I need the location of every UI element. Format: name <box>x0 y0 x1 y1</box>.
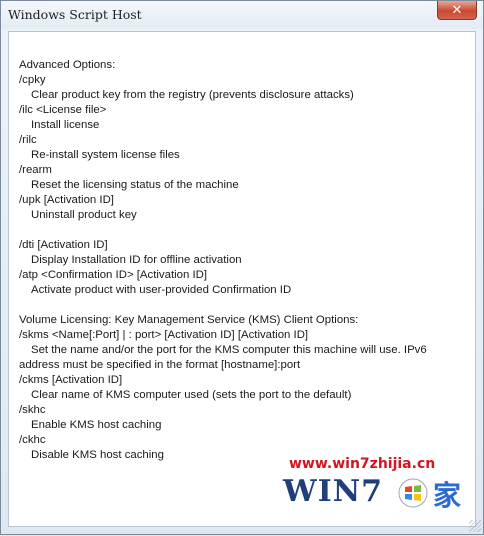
message-line: /atp <Confirmation ID> [Activation ID] <box>19 269 208 281</box>
watermark-logo: WIN7 <box>283 474 384 509</box>
message-line: Clear name of KMS computer used (sets th… <box>31 389 352 401</box>
message-line: Install license <box>31 119 100 131</box>
watermark-jia: 家 <box>433 479 462 512</box>
message-line: Reset the licensing status of the machin… <box>31 179 239 191</box>
watermark-url: www.win7zhijia.cn <box>289 456 436 472</box>
message-line: /ckhc <box>19 434 46 446</box>
script-host-window: Windows Script Host ✕ Advanced Options: /… <box>0 0 484 535</box>
title-bar[interactable]: Windows Script Host ✕ <box>1 1 483 29</box>
message-line: address must be specified in the format … <box>19 359 301 371</box>
message-line: Re-install system license files <box>31 149 180 161</box>
message-line: Advanced Options: <box>19 59 116 71</box>
message-line: /rilc <box>19 134 37 146</box>
message-line: Set the name and/or the port for the KMS… <box>31 344 427 356</box>
window-title: Windows Script Host <box>8 7 142 22</box>
message-line: /upk [Activation ID] <box>19 194 114 206</box>
resize-grip[interactable] <box>469 520 481 532</box>
close-icon: ✕ <box>451 2 463 18</box>
watermark: www.win7zhijia.cn WIN7 家 <box>283 456 483 536</box>
message-line: /ilc <License file> <box>19 104 107 116</box>
message-line: /dti [Activation ID] <box>19 239 108 251</box>
message-line: /ckms [Activation ID] <box>19 374 123 386</box>
windows-flag-icon <box>398 478 428 508</box>
message-line: /cpky <box>19 74 46 86</box>
close-button[interactable]: ✕ <box>437 1 477 20</box>
message-line: Uninstall product key <box>31 209 137 221</box>
message-line: Activate product with user-provided Conf… <box>31 284 292 296</box>
message-line: /skms <Name[:Port] | : port> [Activation… <box>19 329 309 341</box>
message-line: Volume Licensing: Key Management Service… <box>19 314 359 326</box>
message-line: Clear product key from the registry (pre… <box>31 89 354 101</box>
message-line: Enable KMS host caching <box>31 419 162 431</box>
message-text: Advanced Options: /cpky Clear product key … <box>19 58 469 463</box>
message-line: /rearm <box>19 164 52 176</box>
message-line: /skhc <box>19 404 46 416</box>
message-area: Advanced Options: /cpky Clear product key … <box>8 31 476 527</box>
message-line: Display Installation ID for offline acti… <box>31 254 242 266</box>
